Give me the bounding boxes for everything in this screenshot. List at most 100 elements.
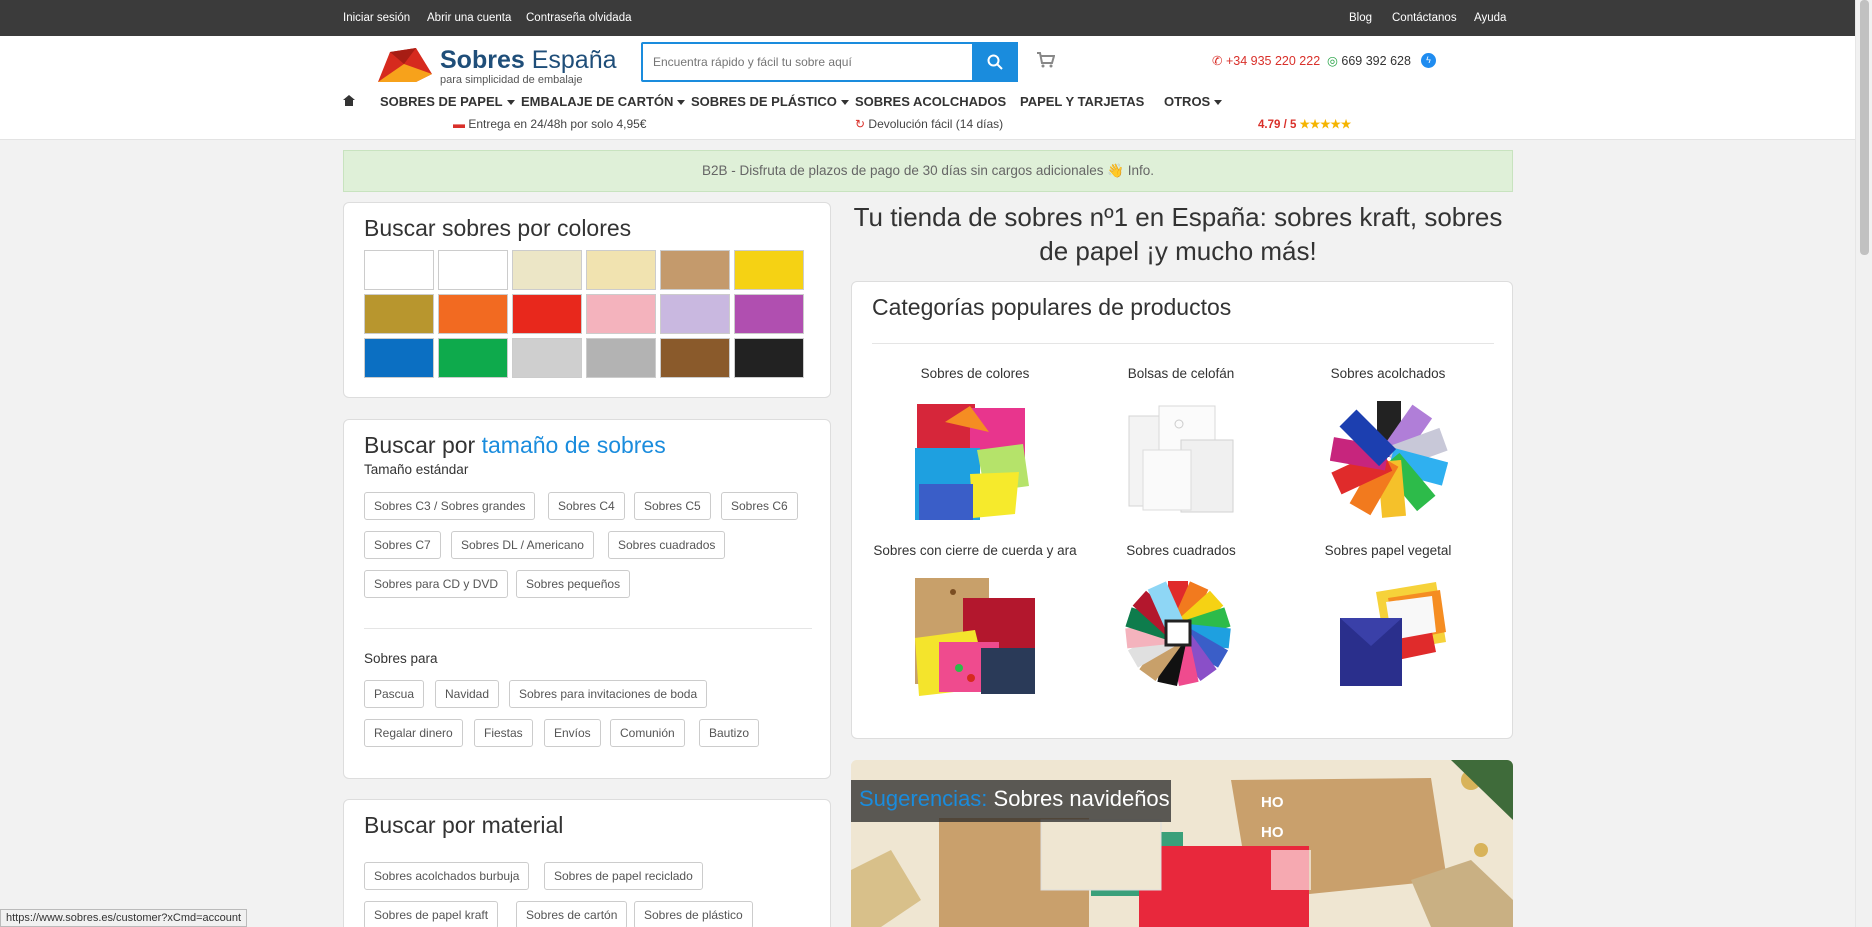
tag-c5[interactable]: Sobres C5 <box>634 492 711 520</box>
help-link[interactable]: Ayuda <box>1474 12 1506 24</box>
color-swatch[interactable] <box>512 294 582 334</box>
color-swatch[interactable] <box>586 250 656 290</box>
size-link[interactable]: tamaño de sobres <box>482 432 666 458</box>
cart-button[interactable] <box>1037 52 1056 73</box>
category-label[interactable]: Bolsas de celofán <box>1076 366 1286 381</box>
tag-dl[interactable]: Sobres DL / Americano <box>451 531 594 559</box>
tag-cuadrados[interactable]: Sobres cuadrados <box>608 531 726 559</box>
rating-stars: ★★★★★ <box>1299 119 1352 131</box>
category-label[interactable]: Sobres con cierre de cuerda y ara <box>870 543 1080 558</box>
category-label[interactable]: Sobres de colores <box>870 366 1080 381</box>
login-link[interactable]: Iniciar sesión <box>343 12 410 24</box>
phone-number[interactable]: ✆ +34 935 220 222 <box>1212 53 1320 68</box>
string-envelopes-image[interactable] <box>915 578 1035 698</box>
search-box <box>641 42 1018 82</box>
size-panel-title: Buscar por tamaño de sobres <box>364 432 666 458</box>
category-label[interactable]: Sobres acolchados <box>1283 366 1493 381</box>
rating[interactable]: 4.79 / 5 ★★★★★ <box>1258 117 1351 131</box>
tag-bautizo[interactable]: Bautizo <box>699 719 760 747</box>
messenger-icon[interactable]: ϟ <box>1421 53 1436 68</box>
tag-c7[interactable]: Sobres C7 <box>364 531 441 559</box>
truck-icon: ▬ <box>453 117 465 131</box>
status-bar-url: https://www.sobres.es/customer?xCmd=acco… <box>0 909 248 927</box>
colors-panel: Buscar sobres por colores <box>343 202 831 398</box>
logo-tagline: para simplicidad de embalaje <box>440 74 583 86</box>
color-swatch[interactable] <box>512 250 582 290</box>
tag-pequenos[interactable]: Sobres pequeños <box>516 570 631 598</box>
tag-comunion[interactable]: Comunión <box>610 719 685 747</box>
nav-sobres-acolchados[interactable]: SOBRES ACOLCHADOS <box>855 94 1006 109</box>
tag-cd-dvd[interactable]: Sobres para CD y DVD <box>364 570 509 598</box>
blog-link[interactable]: Blog <box>1349 12 1372 24</box>
for-label: Sobres para <box>364 651 438 666</box>
register-link[interactable]: Abrir una cuenta <box>427 12 511 24</box>
colored-envelopes-image[interactable] <box>915 400 1035 522</box>
square-envelopes-image[interactable] <box>1123 578 1233 688</box>
nav-otros[interactable]: OTROS <box>1164 94 1223 109</box>
padded-envelopes-image[interactable] <box>1330 400 1448 518</box>
tag-fiestas[interactable]: Fiestas <box>474 719 533 747</box>
tag-carton[interactable]: Sobres de cartón <box>516 901 628 927</box>
color-swatch[interactable] <box>438 294 508 334</box>
logo-wordmark: Sobres España <box>440 46 617 74</box>
nav-sobres-papel[interactable]: SOBRES DE PAPEL <box>380 94 515 109</box>
site-logo[interactable]: Sobres España para simplicidad de embala… <box>376 44 617 86</box>
cellophane-bags-image[interactable] <box>1123 400 1239 518</box>
color-swatch[interactable] <box>438 338 508 378</box>
tag-c4[interactable]: Sobres C4 <box>548 492 625 520</box>
refresh-icon: ↻ <box>855 117 866 131</box>
forgot-password-link[interactable]: Contraseña olvidada <box>526 12 632 24</box>
colors-panel-title: Buscar sobres por colores <box>364 215 632 241</box>
nav-sobres-plastico[interactable]: SOBRES DE PLÁSTICO <box>691 94 849 109</box>
material-panel: Buscar por material Sobres acolchados bu… <box>343 799 831 927</box>
christmas-promo-banner[interactable]: Sugerencias: Sobres navideños HO HO <box>851 760 1513 927</box>
whatsapp-number[interactable]: ◎ 669 392 628 <box>1327 53 1411 68</box>
vellum-envelopes-image[interactable] <box>1336 582 1446 692</box>
color-swatch[interactable] <box>364 250 434 290</box>
color-swatch[interactable] <box>734 338 804 378</box>
tag-c3[interactable]: Sobres C3 / Sobres grandes <box>364 492 536 520</box>
b2b-banner[interactable]: B2B - Disfruta de plazos de pago de 30 d… <box>343 150 1513 192</box>
search-button[interactable] <box>972 42 1018 82</box>
divider <box>872 343 1494 344</box>
tag-kraft[interactable]: Sobres de papel kraft <box>364 901 499 927</box>
tag-regalar-dinero[interactable]: Regalar dinero <box>364 719 463 747</box>
returns-info: ↻ Devolución fácil (14 días) <box>855 117 1004 131</box>
home-icon[interactable] <box>343 94 355 109</box>
size-panel: Buscar por tamaño de sobres Tamaño están… <box>343 419 831 779</box>
tag-boda[interactable]: Sobres para invitaciones de boda <box>509 680 708 708</box>
color-swatch[interactable] <box>364 294 434 334</box>
search-input[interactable] <box>643 44 973 80</box>
color-swatch[interactable] <box>364 338 434 378</box>
promo-card-text: HO HO <box>1261 794 1284 841</box>
nav-embalaje-carton[interactable]: EMBALAJE DE CARTÓN <box>521 94 686 109</box>
category-label[interactable]: Sobres cuadrados <box>1076 543 1286 558</box>
hero-title: Tu tienda de sobres nº1 en España: sobre… <box>853 202 1503 266</box>
color-swatch[interactable] <box>660 338 730 378</box>
tag-burbuja[interactable]: Sobres acolchados burbuja <box>364 862 530 890</box>
color-swatch[interactable] <box>586 294 656 334</box>
tag-reciclado[interactable]: Sobres de papel reciclado <box>544 862 703 890</box>
tag-envios[interactable]: Envíos <box>544 719 601 747</box>
color-swatch[interactable] <box>512 338 582 378</box>
categories-title: Categorías populares de productos <box>872 294 1232 320</box>
color-swatch[interactable] <box>660 294 730 334</box>
whatsapp-icon: ◎ <box>1327 54 1338 68</box>
tag-pascua[interactable]: Pascua <box>364 680 425 708</box>
promo-label[interactable]: Sugerencias: Sobres navideños <box>859 786 1170 812</box>
contact-link[interactable]: Contáctanos <box>1392 12 1457 24</box>
color-swatch[interactable] <box>438 250 508 290</box>
divider <box>364 628 812 629</box>
nav-papel-tarjetas[interactable]: PAPEL Y TARJETAS <box>1020 94 1144 109</box>
tag-c6[interactable]: Sobres C6 <box>721 492 798 520</box>
phone-icon: ✆ <box>1212 54 1223 68</box>
scrollbar-thumb[interactable] <box>1860 0 1869 255</box>
color-swatch[interactable] <box>586 338 656 378</box>
color-swatch[interactable] <box>734 294 804 334</box>
tag-navidad[interactable]: Navidad <box>435 680 500 708</box>
tag-plastico[interactable]: Sobres de plástico <box>634 901 753 927</box>
vertical-scrollbar[interactable] <box>1855 0 1872 927</box>
category-label[interactable]: Sobres papel vegetal <box>1283 543 1493 558</box>
color-swatch[interactable] <box>734 250 804 290</box>
color-swatch[interactable] <box>660 250 730 290</box>
